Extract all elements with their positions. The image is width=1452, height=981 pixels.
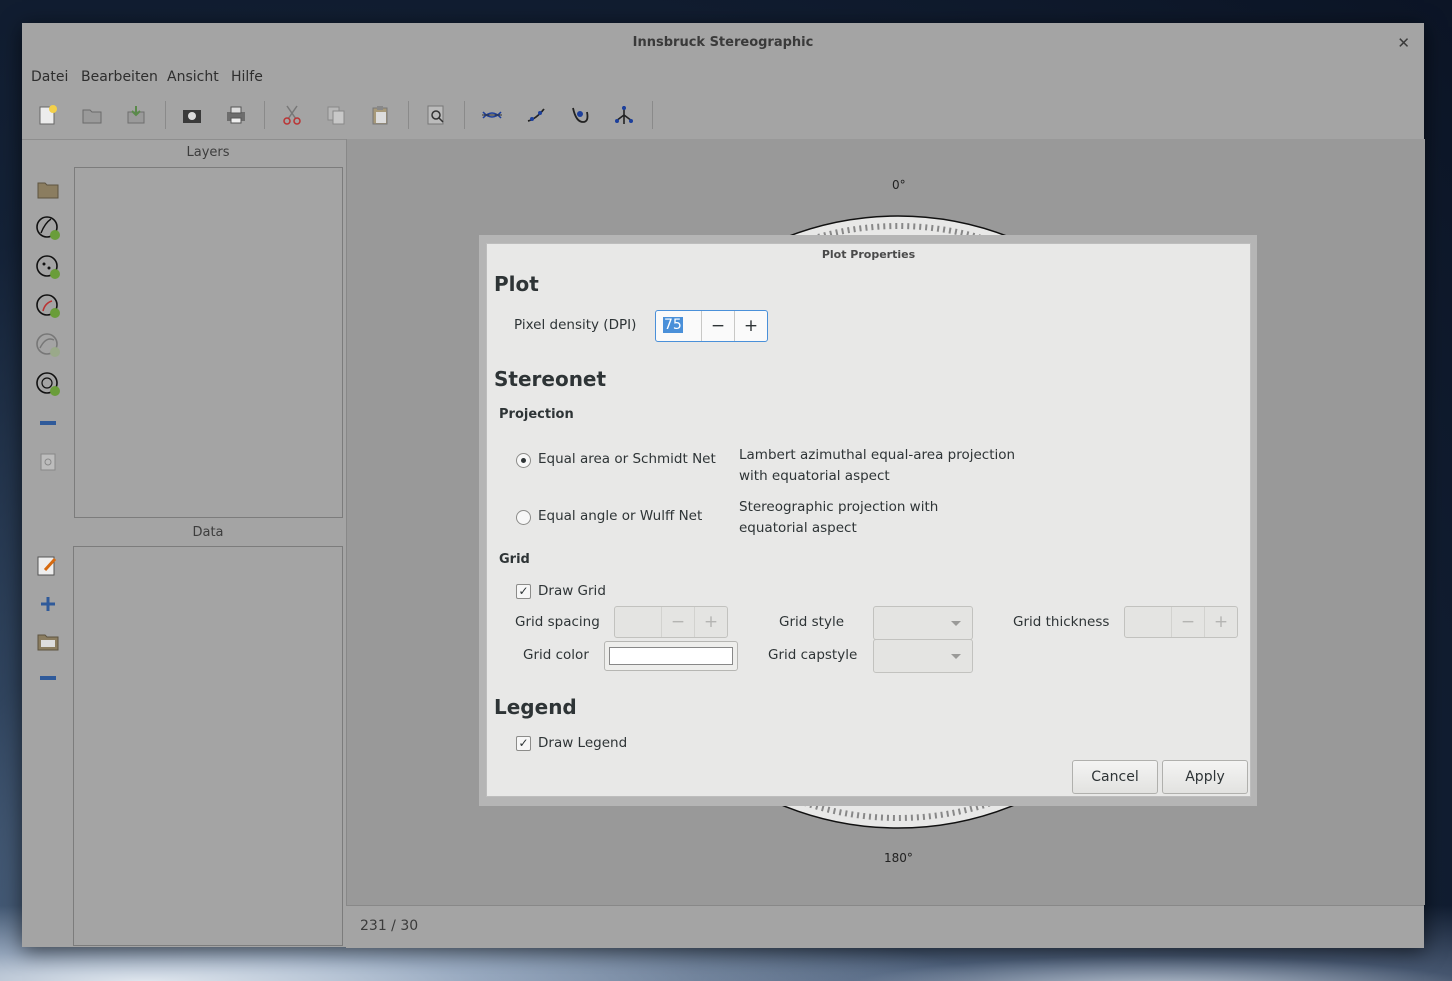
menu-datei[interactable]: Datei	[31, 69, 68, 85]
layer-tools	[22, 139, 74, 947]
data-table[interactable]	[73, 546, 343, 946]
data-label: Data	[192, 525, 224, 540]
projection-heading: Projection	[499, 407, 574, 422]
import-data-icon[interactable]	[34, 627, 62, 655]
dialog-title: Plot Properties	[821, 248, 916, 261]
increment-icon[interactable]: +	[735, 311, 767, 341]
close-icon[interactable]: ✕	[1397, 23, 1410, 63]
layer-properties-icon[interactable]	[34, 448, 62, 476]
decrement-icon[interactable]: −	[1172, 607, 1205, 637]
add-folder-icon[interactable]	[34, 175, 62, 203]
draw-grid-label[interactable]: Draw Grid	[538, 583, 606, 599]
layers-label: Layers	[186, 145, 230, 160]
grid-color-swatch	[609, 647, 733, 665]
grid-capstyle-label: Grid capstyle	[768, 647, 858, 663]
add-smallcircle-layer-icon[interactable]	[34, 292, 62, 320]
grid-thickness-label: Grid thickness	[1013, 614, 1110, 630]
equal-angle-label[interactable]: Equal angle or Wulff Net	[538, 508, 702, 524]
grid-spacing-label: Grid spacing	[515, 614, 600, 630]
add-line-layer-icon[interactable]	[34, 253, 62, 281]
pixel-density-input[interactable]: 75	[656, 311, 702, 341]
add-contour-layer-icon[interactable]	[34, 370, 62, 398]
grid-color-button[interactable]	[604, 641, 738, 671]
menu-hilfe[interactable]: Hilfe	[231, 69, 263, 85]
plot-heading: Plot	[494, 272, 539, 296]
cancel-button[interactable]: Cancel	[1072, 760, 1158, 794]
window-title: Innsbruck Stereographic	[632, 35, 814, 50]
decrement-icon[interactable]: −	[662, 607, 695, 637]
apply-button[interactable]: Apply	[1162, 760, 1248, 794]
cone-plot-icon[interactable]	[564, 99, 596, 131]
south-label: 180°	[884, 851, 913, 865]
remove-layer-icon[interactable]	[34, 409, 62, 437]
draw-grid-checkbox[interactable]: ✓	[516, 584, 531, 599]
draw-legend-checkbox[interactable]: ✓	[516, 736, 531, 751]
axes-plot-icon[interactable]	[608, 99, 640, 131]
menu-bearbeiten[interactable]: Bearbeiten	[81, 69, 158, 85]
increment-icon[interactable]: +	[1205, 607, 1237, 637]
edit-data-icon[interactable]	[34, 552, 62, 580]
coordinate-readout: 231 / 30	[360, 918, 419, 934]
add-row-icon[interactable]	[34, 590, 62, 618]
line-plot-icon[interactable]	[520, 99, 552, 131]
grid-spacing-spinbutton: − +	[614, 606, 728, 638]
grid-thickness-spinbutton: − +	[1124, 606, 1238, 638]
new-file-icon[interactable]	[32, 99, 64, 131]
equal-area-radio[interactable]	[516, 453, 531, 468]
equal-angle-description: Stereographic projection with equatorial…	[739, 499, 939, 536]
save-icon[interactable]	[120, 99, 152, 131]
statusbar: 231 / 30	[346, 905, 1424, 948]
grid-color-label: Grid color	[523, 647, 589, 663]
grid-style-label: Grid style	[779, 614, 844, 630]
print-icon[interactable]	[220, 99, 252, 131]
remove-row-icon[interactable]	[34, 664, 62, 692]
chevron-down-icon	[951, 621, 961, 626]
grid-spacing-input[interactable]	[615, 607, 662, 637]
grid-thickness-input[interactable]	[1125, 607, 1172, 637]
cut-icon[interactable]	[276, 99, 308, 131]
pixel-density-label: Pixel density (DPI)	[514, 317, 637, 333]
increment-icon[interactable]: +	[695, 607, 727, 637]
great-circles-icon[interactable]	[476, 99, 508, 131]
equal-angle-radio[interactable]	[516, 510, 531, 525]
grid-style-combo[interactable]	[873, 606, 973, 640]
equal-area-label[interactable]: Equal area or Schmidt Net	[538, 451, 716, 467]
zoom-page-icon[interactable]	[420, 99, 452, 131]
menu-ansicht[interactable]: Ansicht	[167, 69, 219, 85]
paste-icon[interactable]	[364, 99, 396, 131]
menubar: Datei Bearbeiten Ansicht Hilfe	[22, 65, 1424, 89]
legend-heading: Legend	[494, 695, 577, 719]
plot-properties-dialog: Plot Properties Plot Pixel density (DPI)…	[486, 243, 1251, 797]
toolbar	[22, 91, 1424, 140]
open-folder-icon[interactable]	[76, 99, 108, 131]
grid-heading: Grid	[499, 552, 530, 567]
grid-capstyle-combo[interactable]	[873, 639, 973, 673]
draw-legend-label[interactable]: Draw Legend	[538, 735, 627, 751]
camera-icon[interactable]	[176, 99, 208, 131]
decrement-icon[interactable]: −	[702, 311, 735, 341]
add-plane-layer-icon[interactable]	[34, 214, 62, 242]
stereonet-heading: Stereonet	[494, 367, 607, 391]
add-fault-layer-icon[interactable]	[34, 331, 62, 359]
pixel-density-value: 75	[663, 317, 683, 333]
layers-list[interactable]	[74, 167, 343, 518]
chevron-down-icon	[951, 654, 961, 659]
pixel-density-spinbutton: 75 − +	[655, 310, 768, 342]
equal-area-description: Lambert azimuthal equal-area projection …	[739, 447, 1016, 484]
copy-icon[interactable]	[320, 99, 352, 131]
